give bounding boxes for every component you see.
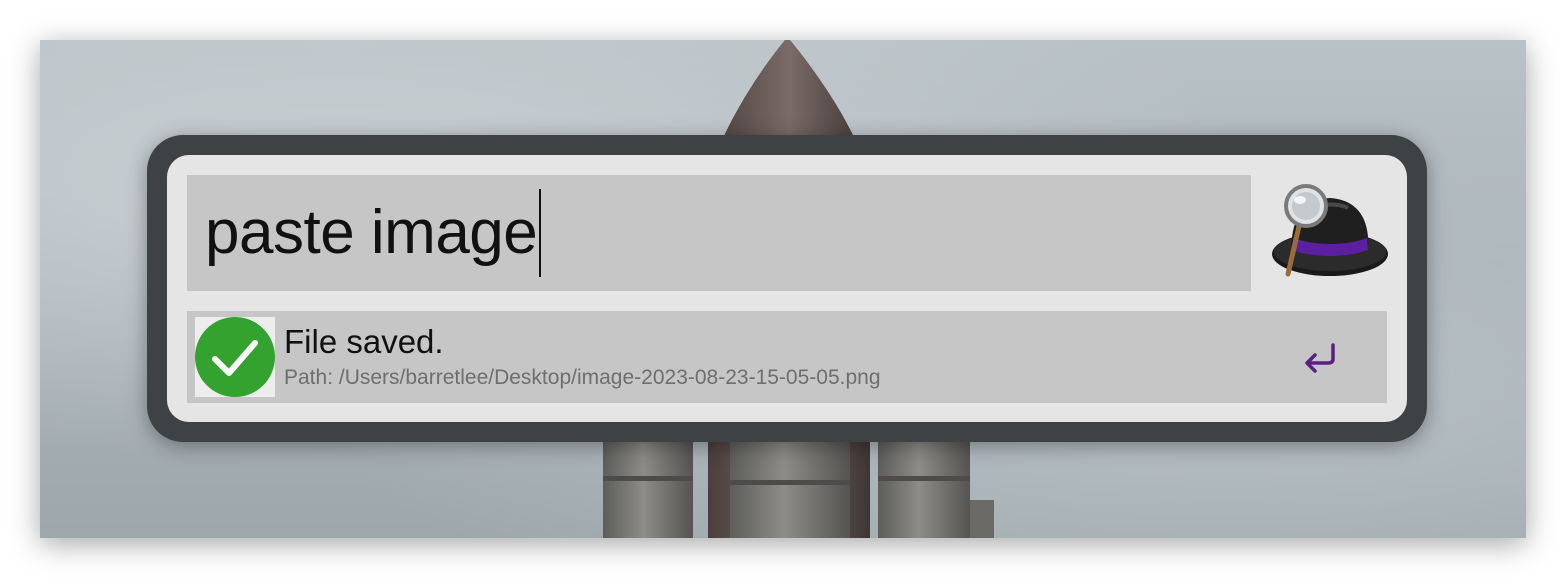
result-title: File saved. <box>284 323 444 360</box>
check-icon <box>195 317 275 397</box>
alfred-hat-logo-icon <box>1272 184 1388 277</box>
result-item[interactable]: File saved. Path: /Users/barretlee/Deskt… <box>187 311 1387 403</box>
return-key-icon <box>1305 343 1335 373</box>
search-query-text[interactable]: paste image <box>205 202 538 264</box>
text-caret <box>539 189 542 277</box>
result-icon-container <box>195 317 275 397</box>
result-subtitle: Path: /Users/barretlee/Desktop/image-202… <box>284 366 881 389</box>
search-input[interactable]: paste image <box>187 175 1251 291</box>
